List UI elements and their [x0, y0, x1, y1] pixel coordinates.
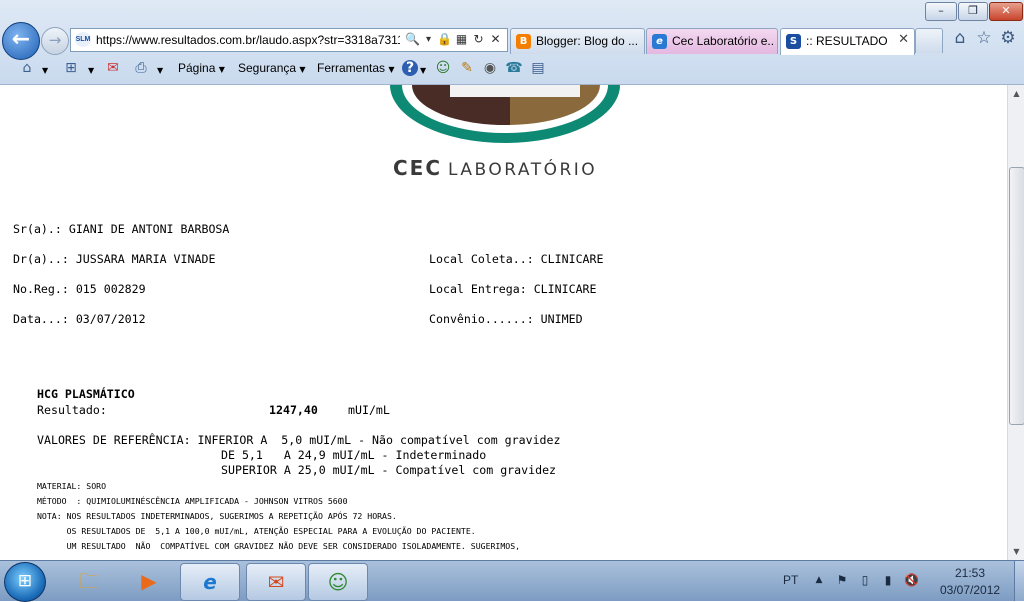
settings-gear-icon[interactable]: ⚙ [998, 28, 1018, 48]
tab-resultado[interactable]: S :: RESULTADO ... ✕ [780, 28, 915, 55]
local-entrega: Local Entrega: CLINICARE [429, 282, 597, 296]
material: MATERIAL: SORO [37, 481, 107, 491]
nota-line-2: OS RESULTADOS DE 5,1 A 100,0 mUI/mL, ATE… [37, 526, 476, 536]
nota-line-1: NOTA: NOS RESULTADOS INDETERMINADOS, SUG… [37, 511, 397, 521]
feeds-dropdown[interactable]: ▼ [88, 62, 94, 76]
maximize-button[interactable]: ❐ [958, 2, 988, 21]
close-tab-icon[interactable]: ✕ [898, 32, 909, 47]
reference-line-1: VALORES DE REFERÊNCIA: INFERIOR A 5,0 mU… [37, 433, 561, 447]
tab-label: Cec Laboratório e... [672, 34, 773, 48]
new-tab-button[interactable] [915, 28, 943, 53]
print-icon[interactable]: ⎙ [132, 59, 150, 77]
home-icon[interactable]: ⌂ [18, 59, 36, 77]
lab-name: CEC LABORATÓRIO [393, 156, 597, 180]
compatibility-view-icon[interactable]: ▦ [454, 31, 469, 48]
device-icon[interactable]: ▯ [858, 572, 872, 588]
page-content: CEC LABORATÓRIO Sr(a).: GIANI DE ANTONI B… [0, 85, 1007, 560]
site-icon: S [786, 34, 801, 49]
convenio: Convênio......: UNIMED [429, 312, 583, 326]
clock-date[interactable]: 03/07/2012 [940, 583, 1000, 597]
stop-icon[interactable]: ✕ [488, 31, 503, 48]
show-desktop-button[interactable] [1014, 561, 1024, 601]
browser-chrome: – ❐ ✕ ← → SLM https://www.resultados.com… [0, 0, 1024, 85]
print-dropdown[interactable]: ▼ [157, 62, 163, 76]
reference-line-2: DE 5,1 A 24,9 mUI/mL - Indeterminado [221, 448, 487, 462]
explorer-taskbar-icon[interactable]: 🗀 [60, 563, 118, 599]
menu-seguranca[interactable]: Segurança ▼ [238, 61, 306, 75]
minimize-button[interactable]: – [925, 2, 957, 21]
home-icon[interactable]: ⌂ [950, 28, 970, 48]
start-button[interactable]: ⊞ [4, 562, 46, 602]
tab-label: :: RESULTADO ... [806, 34, 892, 48]
favorites-icon[interactable]: ☆ [974, 28, 994, 48]
vertical-scrollbar[interactable]: ▲ ▼ [1007, 85, 1024, 560]
result-value: 1247,40 [269, 403, 318, 417]
windows-logo-icon: ⊞ [17, 571, 33, 591]
menu-pagina[interactable]: Página ▼ [178, 61, 225, 75]
show-hidden-icons-icon[interactable]: ▲ [812, 572, 826, 588]
volume-muted-icon[interactable]: 🔇 [904, 572, 919, 588]
doctor-name: Dr(a)..: JUSSARA MARIA VINADE [13, 252, 216, 266]
reference-line-3: SUPERIOR A 25,0 mUI/mL - Compatível com … [221, 463, 557, 477]
tab-label: Blogger: Blog do ... [536, 34, 639, 48]
forward-button[interactable]: → [41, 27, 69, 55]
help-dropdown[interactable]: ▼ [420, 62, 426, 76]
blogger-icon: B [516, 34, 531, 49]
media-player-taskbar-icon[interactable]: ▶ [120, 563, 178, 599]
mail-icon[interactable]: ✉ [104, 59, 122, 77]
network-signal-icon[interactable]: ▮ [881, 572, 895, 588]
lab-name-laboratorio: LABORATÓRIO [448, 160, 598, 180]
local-coleta: Local Coleta..: CLINICARE [429, 252, 604, 266]
back-arrow-icon: ← [11, 27, 31, 52]
nota-line-3: UM RESULTADO NÃO COMPATÍVEL COM GRAVIDEZ… [37, 541, 521, 551]
url-input[interactable]: https://www.resultados.com.br/laudo.aspx… [96, 33, 400, 47]
mail-taskbar-icon[interactable]: ✉ [246, 563, 306, 601]
tab-blogger[interactable]: B Blogger: Blog do ... [510, 28, 645, 54]
home-dropdown[interactable]: ▼ [42, 62, 48, 76]
messenger-taskbar-icon[interactable]: ☺ [308, 563, 368, 601]
close-window-button[interactable]: ✕ [989, 2, 1023, 21]
refresh-icon[interactable]: ↻ [471, 31, 486, 48]
help-icon[interactable]: ? [402, 60, 418, 76]
address-dropdown-icon[interactable]: ▾ [421, 31, 436, 48]
report-date: Data...: 03/07/2012 [13, 312, 146, 326]
lab-name-cec: CEC [393, 156, 443, 180]
patient-name: Sr(a).: GIANI DE ANTONI BARBOSA [13, 222, 230, 236]
skype-icon[interactable]: ☎ [505, 59, 523, 77]
ie-page-icon: e [652, 34, 667, 49]
result-label: Resultado: [37, 403, 107, 417]
menu-ferramentas[interactable]: Ferramentas ▼ [317, 61, 395, 75]
scroll-up-icon[interactable]: ▲ [1009, 86, 1024, 101]
messenger-icon[interactable]: ☺ [434, 59, 452, 77]
forward-arrow-icon: → [48, 31, 62, 49]
site-icon: SLM [75, 32, 91, 47]
scroll-thumb[interactable] [1009, 167, 1024, 425]
exam-title: HCG PLASMÁTICO [37, 387, 135, 401]
clock-time[interactable]: 21:53 [955, 566, 985, 580]
internet-explorer-taskbar-icon[interactable]: e [180, 563, 240, 601]
address-bar[interactable]: SLM https://www.resultados.com.br/laudo.… [70, 28, 508, 52]
toolbar-icon[interactable]: ▤ [529, 59, 547, 77]
language-indicator[interactable]: PT [783, 573, 798, 587]
feeds-icon[interactable]: ⊞ [62, 59, 80, 77]
action-center-flag-icon[interactable]: ⚑ [835, 572, 849, 588]
search-icon[interactable]: 🔍 [405, 31, 420, 48]
command-bar: ⌂ ▼ ⊞ ▼ ✉ ⎙ ▼ Página ▼ Segurança ▼ Ferra… [0, 55, 1024, 83]
registration-number: No.Reg.: 015 002829 [13, 282, 146, 296]
lock-icon[interactable]: 🔒 [437, 31, 452, 48]
scroll-down-icon[interactable]: ▼ [1009, 544, 1024, 559]
taskbar: ⊞ 🗀 ▶ e ✉ ☺ PT ▲ ⚑ ▯ ▮ 🔇 21:53 03/07/201… [0, 560, 1024, 602]
view-icon[interactable]: ◉ [481, 59, 499, 77]
research-icon[interactable]: ✎ [458, 59, 476, 77]
tab-cec-laboratorio[interactable]: e Cec Laboratório e... [646, 28, 778, 54]
result-unit: mUI/mL [348, 403, 390, 417]
metodo: MÉTODO : QUIMIOLUMINÉSCÊNCIA AMPLIFICADA… [37, 496, 348, 506]
